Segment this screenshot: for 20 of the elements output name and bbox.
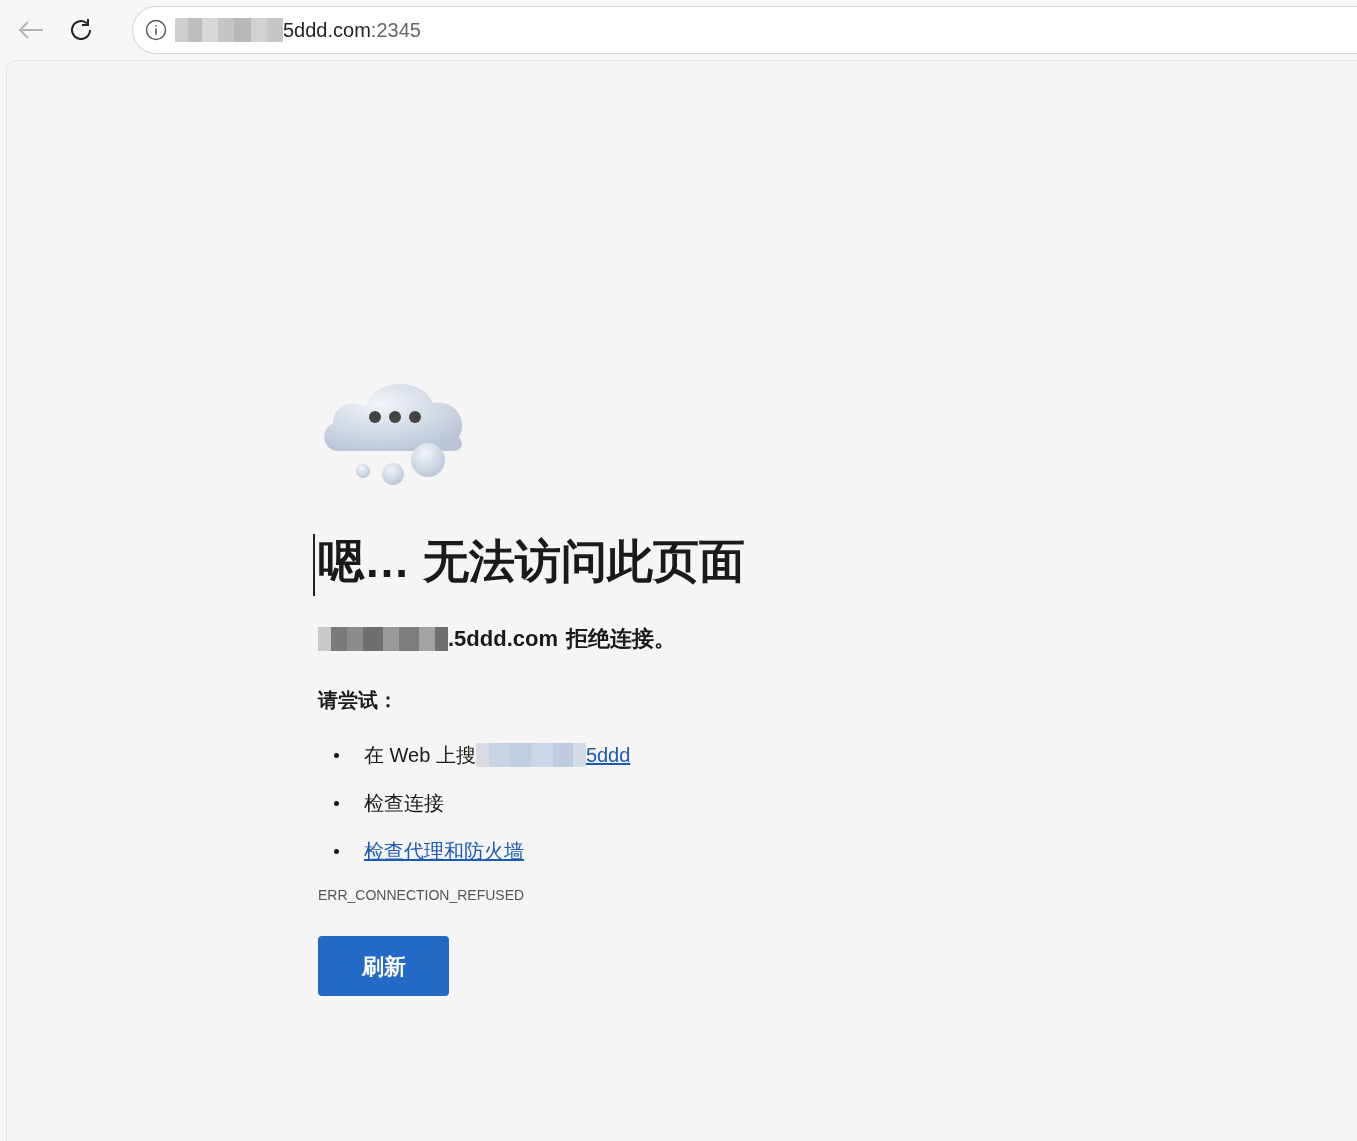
suggestion-heading: 请尝试： xyxy=(318,688,399,713)
info-icon[interactable] xyxy=(145,19,167,41)
bullet-icon xyxy=(334,800,339,806)
error-message: 拒绝连接。 xyxy=(566,625,676,653)
back-arrow-icon xyxy=(17,20,45,40)
suggestion-text: 在 Web 上搜 xyxy=(364,743,476,768)
error-host: .5ddd.com xyxy=(448,625,558,653)
error-title: 嗯… 无法访问此页面 xyxy=(318,535,745,588)
error-code: ERR_CONNECTION_REFUSED xyxy=(318,886,526,905)
reload-icon xyxy=(68,17,94,43)
bullet-icon xyxy=(334,848,339,854)
suggestion-text: 检查连接 xyxy=(364,791,444,816)
refresh-button[interactable]: 刷新 xyxy=(318,936,449,996)
bullet-icon xyxy=(334,752,339,758)
suggestion-link[interactable]: 检查代理和防火墙 xyxy=(364,836,524,866)
url-port: :2345 xyxy=(370,18,421,43)
address-bar[interactable]: 5ddd.com:2345 xyxy=(132,6,1357,54)
text-cursor xyxy=(313,534,315,596)
url-host: 5ddd.com xyxy=(283,18,371,43)
suggestion-link[interactable]: 5ddd xyxy=(585,740,631,770)
